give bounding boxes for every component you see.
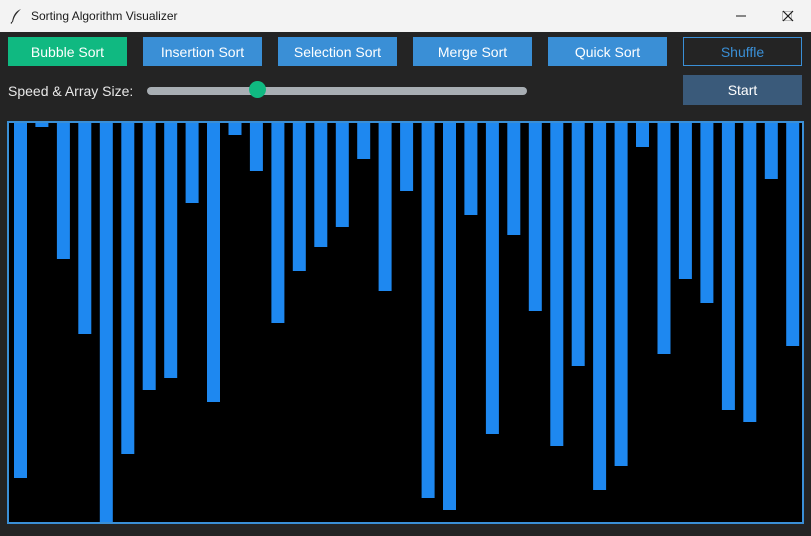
window-title: Sorting Algorithm Visualizer (31, 9, 178, 23)
array-bar (207, 123, 220, 402)
array-bar (786, 123, 800, 346)
array-bar (335, 123, 349, 227)
array-bar (185, 123, 199, 203)
array-bar (743, 123, 757, 422)
array-bar (657, 123, 671, 354)
array-bar (271, 123, 285, 323)
bubble-sort-button[interactable]: Bubble Sort (8, 37, 127, 66)
array-bar (550, 123, 564, 446)
array-bar (142, 123, 156, 390)
array-bar (443, 123, 456, 510)
merge-sort-button[interactable]: Merge Sort (413, 37, 532, 66)
minimize-hit (718, 0, 764, 32)
bar-canvas (7, 121, 804, 524)
array-bar (56, 123, 70, 259)
array-bar (593, 123, 607, 490)
array-bar (614, 123, 628, 466)
array-bar (292, 123, 306, 271)
bar-chart (14, 123, 800, 522)
speed-slider-thumb[interactable] (248, 81, 266, 98)
array-bar (485, 123, 499, 434)
array-bar (378, 123, 392, 291)
array-bar (700, 123, 714, 303)
array-bar (14, 123, 27, 478)
speed-slider-track[interactable] (147, 87, 527, 95)
array-bar (249, 123, 263, 171)
selection-sort-button[interactable]: Selection Sort (278, 37, 397, 66)
array-bar (464, 123, 478, 215)
array-bar (678, 123, 692, 279)
array-bar (528, 123, 542, 311)
array-bar (721, 123, 735, 410)
quick-sort-button[interactable]: Quick Sort (548, 37, 667, 66)
app-client: Bubble Sort Insertion Sort Selection Sor… (0, 32, 811, 536)
array-bar (571, 123, 585, 366)
array-bar (357, 123, 371, 159)
array-bar (400, 123, 414, 191)
array-bar (314, 123, 328, 247)
array-bar (78, 123, 92, 334)
shuffle-button[interactable]: Shuffle (683, 37, 802, 66)
insertion-sort-button[interactable]: Insertion Sort (143, 37, 262, 66)
feather-icon (10, 8, 24, 24)
close-icon (782, 10, 794, 22)
array-bar (35, 123, 49, 127)
array-bar (764, 123, 778, 179)
array-bar (507, 123, 521, 235)
array-bar (421, 123, 435, 498)
array-bar (636, 123, 649, 147)
array-bar (99, 123, 113, 522)
array-bar (121, 123, 135, 454)
start-button[interactable]: Start (683, 75, 802, 105)
title-bar: Sorting Algorithm Visualizer (0, 0, 811, 32)
close-button[interactable] (765, 0, 811, 32)
array-bar (228, 123, 242, 135)
speed-array-size-label: Speed & Array Size: (8, 83, 134, 99)
array-bar (164, 123, 178, 378)
